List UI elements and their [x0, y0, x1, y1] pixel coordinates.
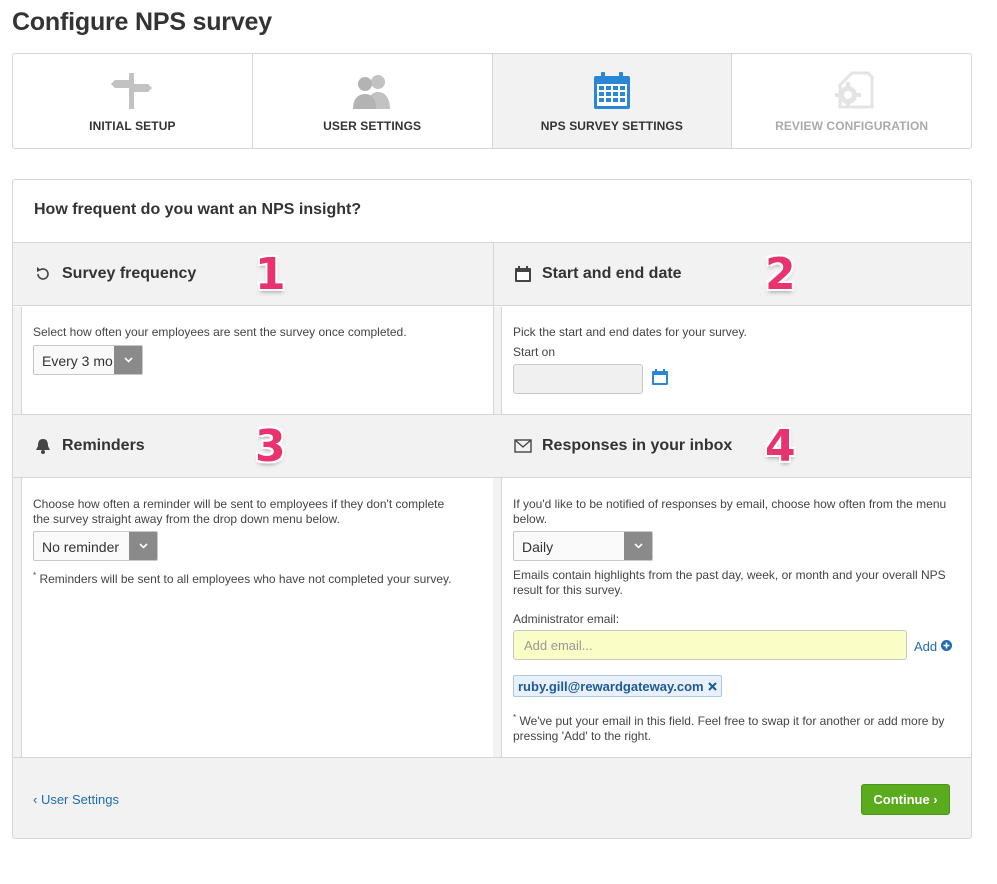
section-number: 1	[255, 249, 286, 300]
inbox-note: * We've put your email in this field. Fe…	[513, 713, 945, 743]
step-label: USER SETTINGS	[323, 119, 422, 133]
continue-button[interactable]: Continue ›	[861, 784, 950, 815]
section-number: 4	[765, 421, 796, 472]
calendar-icon	[590, 70, 634, 112]
admin-email-input[interactable]: Add email...	[513, 630, 907, 660]
start-date-input[interactable]	[513, 364, 643, 394]
survey-frequency-select[interactable]: Every 3 mo	[33, 345, 143, 375]
section-survey-frequency-header: Survey frequency 1	[13, 243, 493, 306]
calendar-icon	[514, 265, 532, 283]
users-icon	[350, 70, 394, 112]
section-title: Start and end date	[542, 265, 682, 282]
section-responses-inbox-header: Responses in your inbox 4	[493, 415, 971, 478]
chevron-down-icon	[129, 532, 157, 560]
gutter	[493, 307, 502, 414]
add-email-button[interactable]: Add	[914, 639, 953, 654]
admin-email-label: Administrator email:	[513, 612, 620, 626]
section-description: If you'd like to be notified of response…	[513, 497, 947, 526]
step-review-configuration: REVIEW CONFIGURATION	[732, 54, 971, 148]
section-description: Select how often your employees are sent…	[33, 325, 407, 339]
reminder-select[interactable]: No reminder	[33, 531, 158, 561]
section-description: Choose how often a reminder will be sent…	[33, 497, 445, 526]
refresh-icon	[34, 265, 52, 283]
remove-tag-icon[interactable]	[707, 679, 717, 696]
section-start-end-date-header: Start and end date 2	[493, 243, 971, 306]
section-number: 2	[765, 249, 796, 300]
reminders-note: * Reminders will be sent to all employee…	[33, 571, 452, 586]
step-initial-setup[interactable]: INITIAL SETUP	[13, 54, 253, 148]
select-value: No reminder	[42, 539, 120, 555]
bell-icon	[34, 437, 52, 455]
email-frequency-select[interactable]: Daily	[513, 531, 653, 561]
settings-panel: How frequent do you want an NPS insight?…	[12, 179, 972, 839]
envelope-icon	[514, 437, 532, 455]
panel-footer: ‹ User Settings Continue ›	[13, 757, 971, 838]
plus-circle-icon	[941, 639, 953, 654]
section-title: Reminders	[62, 437, 145, 454]
gutter	[13, 307, 22, 414]
signpost-icon	[110, 70, 154, 112]
step-label: INITIAL SETUP	[89, 119, 176, 133]
step-user-settings[interactable]: USER SETTINGS	[253, 54, 493, 148]
page-title: Configure NPS survey	[12, 8, 272, 36]
gear-icon	[830, 70, 874, 112]
panel-heading: How frequent do you want an NPS insight?	[13, 180, 971, 243]
chevron-down-icon	[624, 532, 652, 560]
section-title: Survey frequency	[62, 265, 197, 282]
section-start-end-date-body: Pick the start and end dates for your su…	[493, 325, 971, 360]
select-value: Every 3 mo	[42, 353, 113, 369]
step-nps-survey-settings[interactable]: NPS SURVEY SETTINGS	[492, 54, 733, 148]
step-label: NPS SURVEY SETTINGS	[540, 119, 683, 133]
section-responses-inbox-body: If you'd like to be notified of response…	[493, 497, 971, 527]
section-survey-frequency-body: Select how often your employees are sent…	[13, 325, 493, 340]
select-value: Daily	[522, 539, 554, 555]
section-reminders-body: Choose how often a reminder will be sent…	[13, 497, 483, 527]
chevron-down-icon	[114, 346, 142, 374]
step-label: REVIEW CONFIGURATION	[775, 119, 929, 133]
start-on-label: Start on	[513, 345, 556, 359]
section-reminders-header: Reminders 3	[13, 415, 493, 478]
steps-bar: INITIAL SETUP USER SETTINGS NPS SURVEY S…	[12, 53, 972, 149]
section-number: 3	[255, 421, 286, 472]
email-tag-text: ruby.gill@rewardgateway.com	[518, 679, 704, 694]
email-summary-text: Emails contain highlights from the past …	[513, 568, 946, 597]
section-description: Pick the start and end dates for your su…	[513, 325, 747, 339]
add-label: Add	[914, 639, 938, 654]
calendar-icon[interactable]	[651, 368, 669, 391]
section-title: Responses in your inbox	[542, 437, 733, 454]
back-to-user-settings-link[interactable]: ‹ User Settings	[33, 792, 119, 807]
email-tag: ruby.gill@rewardgateway.com	[513, 675, 722, 697]
